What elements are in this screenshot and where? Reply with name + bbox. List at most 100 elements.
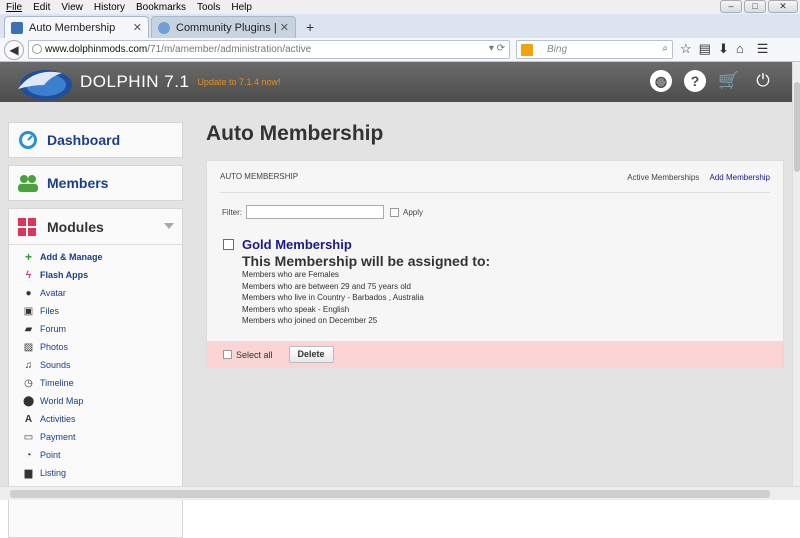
module-label: Point xyxy=(40,450,61,460)
close-tab-icon[interactable]: ✕ xyxy=(280,21,289,34)
select-all-label: Select all xyxy=(236,349,273,360)
map-marker-icon: ⬤ xyxy=(23,395,35,407)
save-icon: ▣ xyxy=(23,305,34,317)
panel-header: AUTO MEMBERSHIP Active Memberships Add M… xyxy=(220,161,770,193)
horizontal-scrollbar[interactable] xyxy=(0,486,800,500)
apply-checkbox[interactable] xyxy=(390,207,399,217)
credit-card-icon: ▭ xyxy=(23,431,34,443)
active-memberships-link[interactable]: Active Memberships xyxy=(627,173,699,182)
module-item-flash-apps[interactable]: ϟ Flash Apps xyxy=(9,266,182,284)
back-button[interactable]: ◀ xyxy=(4,39,24,60)
tab-community-plugins[interactable]: Community Plugins | Social... ✕ xyxy=(151,16,296,38)
header-icons: ◍ ? 🛒 ⏻ xyxy=(650,70,774,92)
criteria-line: Members who are Females xyxy=(242,270,339,279)
gear-favicon-icon xyxy=(158,21,170,34)
sidebar-item-members[interactable]: Members xyxy=(8,165,183,201)
menu-edit[interactable]: Edit xyxy=(27,2,55,13)
module-item-files[interactable]: ▣ Files xyxy=(9,302,182,320)
module-label: Sounds xyxy=(40,360,71,370)
tab-auto-membership[interactable]: Auto Membership ✕ xyxy=(4,16,149,38)
menu-view[interactable]: View xyxy=(55,2,88,13)
tab-label: Community Plugins | Social... xyxy=(176,21,276,34)
module-item-listing[interactable]: ▆ Listing xyxy=(9,464,182,482)
search-box[interactable]: Bing ⌕ xyxy=(516,40,673,59)
sidebar-item-dashboard[interactable]: Dashboard xyxy=(8,122,183,158)
download-icon[interactable]: ⬇ xyxy=(718,41,729,57)
module-label: Add & Manage xyxy=(40,252,103,262)
module-item-point[interactable]: ◔ Point xyxy=(9,446,182,464)
module-item-payment[interactable]: ▭ Payment xyxy=(9,428,182,446)
criteria-line: Members who are between 29 and 75 years … xyxy=(242,281,411,291)
sidebar: Dashboard Members Modules + Add & Manage … xyxy=(8,122,183,538)
new-tab-button[interactable]: + xyxy=(298,19,322,38)
menu-bookmarks[interactable]: Bookmarks xyxy=(130,2,191,13)
address-bar[interactable]: www.dolphinmods.com/71/m/amember/adminis… xyxy=(28,40,510,59)
update-link[interactable]: Update to 7.1.4 now! xyxy=(197,77,280,87)
filter-label: Filter: xyxy=(222,207,242,217)
hamburger-menu-icon[interactable]: ☰ xyxy=(757,41,769,57)
minimize-button[interactable]: – xyxy=(720,0,742,13)
criteria-line: Members who speak - English xyxy=(242,304,350,314)
panel-title: AUTO MEMBERSHIP xyxy=(220,172,299,181)
filter-input[interactable] xyxy=(246,205,384,219)
user-icon: ● xyxy=(25,287,32,299)
globe-icon[interactable]: ◍ xyxy=(650,70,672,92)
dolphin-logo-icon[interactable] xyxy=(10,63,74,101)
chevron-down-icon[interactable] xyxy=(164,223,174,229)
cart-icon[interactable]: 🛒 xyxy=(718,70,740,92)
module-item-avatar[interactable]: ● Avatar xyxy=(9,284,182,302)
search-icon[interactable]: ⌕ xyxy=(662,43,668,54)
plus-icon: + xyxy=(24,249,32,264)
search-placeholder: Bing xyxy=(547,44,568,55)
criteria-line: Members who live in Country - Barbados ,… xyxy=(242,293,424,302)
module-item-sounds[interactable]: ♫ Sounds xyxy=(9,356,182,374)
module-item-forum[interactable]: ▰ Forum xyxy=(9,320,182,338)
close-tab-icon[interactable]: ✕ xyxy=(133,21,142,34)
menu-bar: File Edit View History Bookmarks Tools H… xyxy=(0,0,800,14)
point-icon: ◔ xyxy=(25,449,32,461)
module-label: Payment xyxy=(40,432,76,442)
help-icon[interactable]: ? xyxy=(684,70,706,92)
select-all-checkbox[interactable] xyxy=(223,350,232,359)
home-icon[interactable]: ⌂ xyxy=(736,41,744,57)
scrollbar-thumb[interactable] xyxy=(794,82,800,172)
dashboard-gauge-icon xyxy=(17,129,39,151)
scrollbar-thumb[interactable] xyxy=(10,490,770,498)
modules-list: + Add & Manage ϟ Flash Apps ● Avatar ▣ Files… xyxy=(9,245,182,482)
url-host: www.dolphinmods.com xyxy=(45,44,148,55)
site-header: DOLPHIN 7.1 Update to 7.1.4 now! ◍ ? 🛒 ⏻ xyxy=(0,62,792,102)
power-icon[interactable]: ⏻ xyxy=(752,70,774,92)
module-item-activities[interactable]: A Activities xyxy=(9,410,182,428)
clipboard-icon[interactable]: ▤ xyxy=(699,41,711,57)
bookmark-star-icon[interactable]: ☆ xyxy=(680,41,692,57)
menu-history[interactable]: History xyxy=(88,2,130,13)
add-membership-link[interactable]: Add Membership xyxy=(710,173,770,182)
module-item-timeline[interactable]: ◷ Timeline xyxy=(9,374,182,392)
menu-help[interactable]: Help xyxy=(225,2,257,13)
maximize-button[interactable]: □ xyxy=(744,0,766,13)
menu-tools[interactable]: Tools xyxy=(191,2,225,13)
url-path: /71/m/amember/administration/active xyxy=(147,44,312,55)
module-item-add-manage[interactable]: + Add & Manage xyxy=(9,248,182,266)
membership-name-link[interactable]: Gold Membership xyxy=(242,237,352,252)
membership-subtitle: This Membership will be assigned to: xyxy=(242,253,491,269)
close-window-button[interactable]: ✕ xyxy=(768,0,798,13)
bing-icon xyxy=(521,43,533,56)
menu-file[interactable]: File xyxy=(0,2,27,13)
module-item-world-map[interactable]: ⬤ World Map xyxy=(9,392,182,410)
dolphin-favicon-icon xyxy=(11,21,23,34)
criteria-line: Members who joined on December 25 xyxy=(242,316,378,325)
membership-checkbox[interactable] xyxy=(223,239,234,250)
module-label: Photos xyxy=(40,342,69,352)
module-label: World Map xyxy=(40,396,84,406)
page-title: Auto Membership xyxy=(206,122,384,145)
activity-icon: A xyxy=(24,413,33,425)
delete-button[interactable]: Delete xyxy=(288,346,334,363)
sidebar-item-modules[interactable]: Modules xyxy=(9,209,182,245)
reload-icon[interactable]: ▾ ⟳ xyxy=(489,43,505,54)
module-item-photos[interactable]: ▨ Photos xyxy=(9,338,182,356)
members-users-icon xyxy=(17,172,39,194)
navigation-bar: ◀ www.dolphinmods.com/71/m/amember/admin… xyxy=(0,38,800,62)
vertical-scrollbar[interactable] xyxy=(792,62,800,486)
module-label: Forum xyxy=(40,324,67,334)
